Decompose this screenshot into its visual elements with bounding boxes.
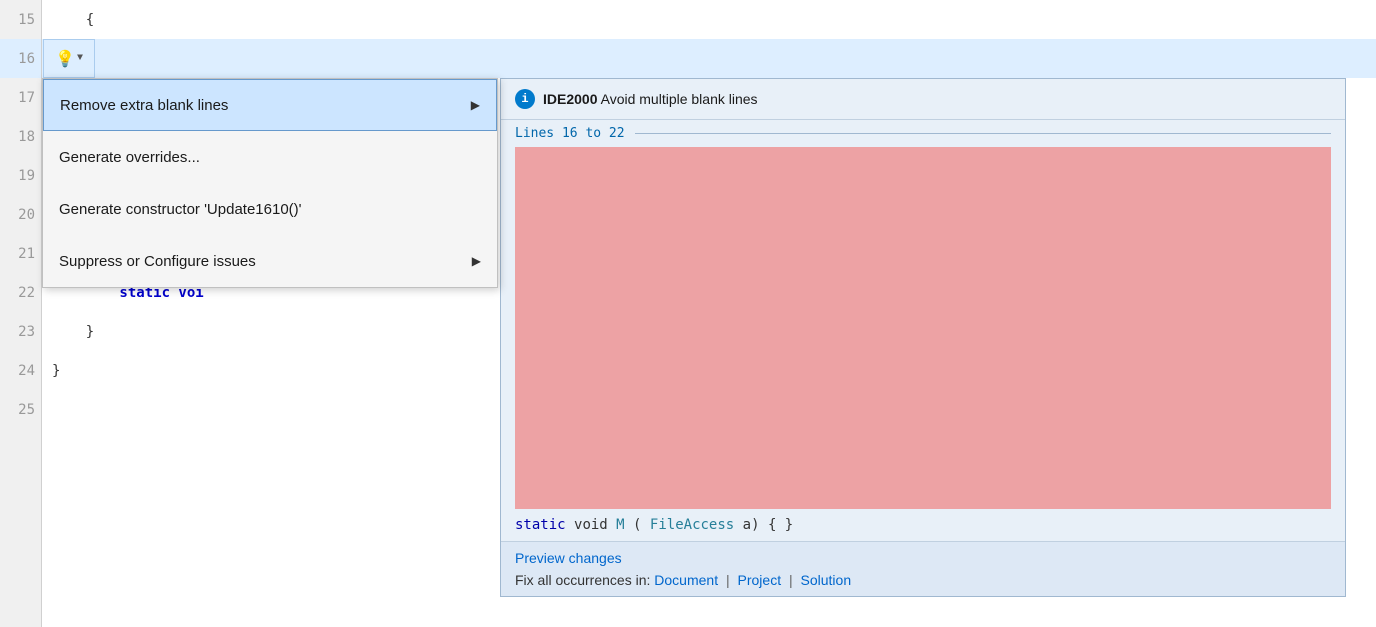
dropdown-arrow-icon: ▼ (77, 53, 83, 64)
project-link[interactable]: Project (738, 572, 782, 588)
solution-link[interactable]: Solution (801, 572, 852, 588)
info-icon: i (515, 89, 535, 109)
document-link[interactable]: Document (654, 572, 718, 588)
line-num-21: 21 (0, 234, 41, 273)
preview-header: i IDE2000 Avoid multiple blank lines (501, 79, 1345, 120)
menu-item-remove-blank-lines[interactable]: Remove extra blank lines ▶ (43, 79, 497, 131)
line-num-19: 19 (0, 156, 41, 195)
submenu-arrow-icon: ▶ (471, 98, 480, 112)
separator-2: | (789, 572, 797, 588)
line-num-15: 15 (0, 0, 41, 39)
line-num-24: 24 (0, 351, 41, 390)
menu-item-label: Generate constructor 'Update1610()' (59, 201, 302, 218)
menu-item-label: Suppress or Configure issues (59, 253, 256, 270)
code-line-15: { (42, 0, 1376, 39)
separator-1: | (726, 572, 734, 588)
line-num-18: 18 (0, 117, 41, 156)
submenu-arrow-icon: ▶ (472, 254, 481, 268)
diff-area (515, 147, 1331, 509)
line-number-gutter: 15 16 17 18 19 20 21 22 23 24 25 (0, 0, 42, 627)
menu-item-generate-overrides[interactable]: Generate overrides... (43, 131, 497, 183)
preview-code: static void M ( FileAccess a) { } (501, 509, 1345, 541)
issue-title-text: Avoid multiple blank lines (601, 91, 758, 107)
menu-item-suppress-configure[interactable]: Suppress or Configure issues ▶ (43, 235, 497, 287)
menu-item-generate-constructor[interactable]: Generate constructor 'Update1610()' (43, 183, 497, 235)
line-num-22: 22 (0, 273, 41, 312)
preview-changes-link[interactable]: Preview changes (515, 550, 622, 566)
code-line-16 (42, 39, 1376, 78)
lightbulb-icon: 💡 (55, 49, 75, 69)
line-num-20: 20 (0, 195, 41, 234)
preview-panel: i IDE2000 Avoid multiple blank lines Lin… (500, 78, 1346, 597)
menu-item-label: Generate overrides... (59, 149, 200, 166)
preview-title: IDE2000 Avoid multiple blank lines (543, 91, 758, 107)
preview-footer: Preview changes Fix all occurrences in: … (501, 541, 1345, 596)
fix-label: Fix all occurrences in: (515, 572, 650, 588)
line-num-23: 23 (0, 312, 41, 351)
line-num-25: 25 (0, 390, 41, 429)
context-menu: Remove extra blank lines ▶ Generate over… (42, 78, 498, 288)
lightbulb-button[interactable]: 💡 ▼ (43, 39, 95, 78)
line-num-17: 17 (0, 78, 41, 117)
fix-occurrences-line: Fix all occurrences in: Document | Proje… (515, 572, 1331, 588)
menu-item-label: Remove extra blank lines (60, 97, 228, 114)
line-num-16: 16 (0, 39, 41, 78)
lines-range-label: Lines 16 to 22 (501, 120, 1345, 147)
issue-id: IDE2000 (543, 91, 597, 107)
